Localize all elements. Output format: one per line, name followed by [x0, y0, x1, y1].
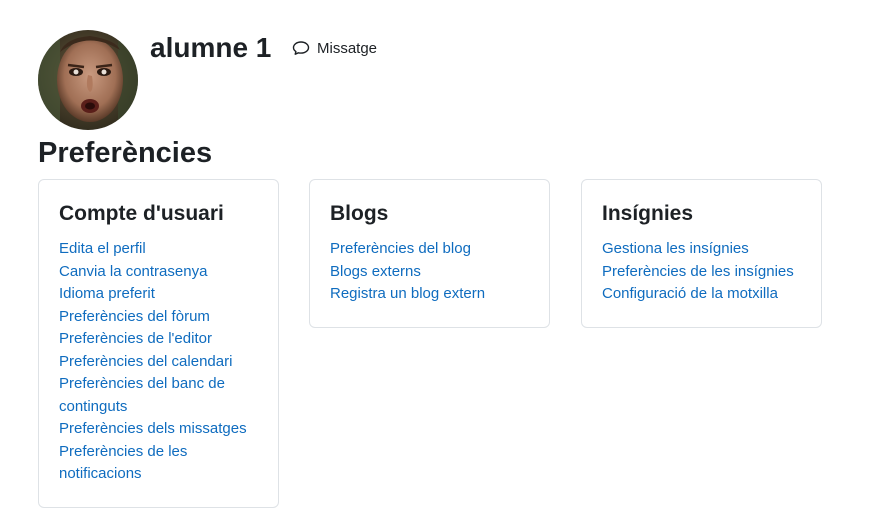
- section-card-badges: Insígnies Gestiona les insígnies Preferè…: [581, 179, 822, 328]
- link-message-preferences[interactable]: Preferències dels missatges: [59, 420, 247, 437]
- link-badge-preferences[interactable]: Preferències de les insígnies: [602, 263, 794, 280]
- list-item: Preferències de l'editor: [59, 328, 258, 351]
- section-card-user-account: Compte d'usuari Edita el perfil Canvia l…: [38, 179, 279, 508]
- link-register-external-blog[interactable]: Registra un blog extern: [330, 285, 485, 302]
- link-list: Gestiona les insígnies Preferències de l…: [602, 238, 801, 306]
- section-title: Insígnies: [602, 202, 694, 225]
- link-manage-badges[interactable]: Gestiona les insígnies: [602, 240, 749, 257]
- list-item: Preferències del fòrum: [59, 306, 258, 329]
- list-item: Configuració de la motxilla: [602, 283, 801, 306]
- link-notification-preferences[interactable]: Preferències de les notificacions: [59, 443, 187, 483]
- link-preferred-language[interactable]: Idioma preferit: [59, 285, 155, 302]
- section-title: Compte d'usuari: [59, 202, 224, 225]
- link-forum-preferences[interactable]: Preferències del fòrum: [59, 308, 210, 325]
- list-item: Gestiona les insígnies: [602, 238, 801, 261]
- link-list: Edita el perfil Canvia la contrasenya Id…: [59, 238, 258, 486]
- list-item: Idioma preferit: [59, 283, 258, 306]
- message-button[interactable]: Missatge: [292, 39, 377, 57]
- list-item: Preferències de les insígnies: [602, 261, 801, 284]
- list-item: Preferències del blog: [330, 238, 529, 261]
- section-title: Blogs: [330, 202, 389, 225]
- speech-bubble-icon: [292, 40, 310, 56]
- list-item: Blogs externs: [330, 261, 529, 284]
- link-edit-profile[interactable]: Edita el perfil: [59, 240, 146, 257]
- link-change-password[interactable]: Canvia la contrasenya: [59, 263, 207, 280]
- link-backpack-settings[interactable]: Configuració de la motxilla: [602, 285, 778, 302]
- list-item: Preferències dels missatges: [59, 418, 258, 441]
- link-content-bank-preferences[interactable]: Preferències del banc de continguts: [59, 375, 225, 415]
- link-external-blogs[interactable]: Blogs externs: [330, 263, 421, 280]
- section-card-blogs: Blogs Preferències del blog Blogs extern…: [309, 179, 550, 328]
- user-name: alumne 1: [150, 32, 272, 63]
- list-item: Preferències de les notificacions: [59, 441, 258, 486]
- message-label: Missatge: [317, 39, 378, 57]
- list-item: Preferències del banc de continguts: [59, 373, 258, 418]
- page-title: Preferències: [38, 137, 213, 169]
- profile-header: alumne 1 Missatge: [38, 30, 838, 130]
- list-item: Registra un blog extern: [330, 283, 529, 306]
- avatar[interactable]: [38, 30, 138, 130]
- link-blog-preferences[interactable]: Preferències del blog: [330, 240, 471, 257]
- link-list: Preferències del blog Blogs externs Regi…: [330, 238, 529, 306]
- link-calendar-preferences[interactable]: Preferències del calendari: [59, 353, 232, 370]
- link-editor-preferences[interactable]: Preferències de l'editor: [59, 330, 212, 347]
- list-item: Edita el perfil: [59, 238, 258, 261]
- list-item: Canvia la contrasenya: [59, 261, 258, 284]
- list-item: Preferències del calendari: [59, 351, 258, 374]
- avatar-photo: [38, 30, 138, 130]
